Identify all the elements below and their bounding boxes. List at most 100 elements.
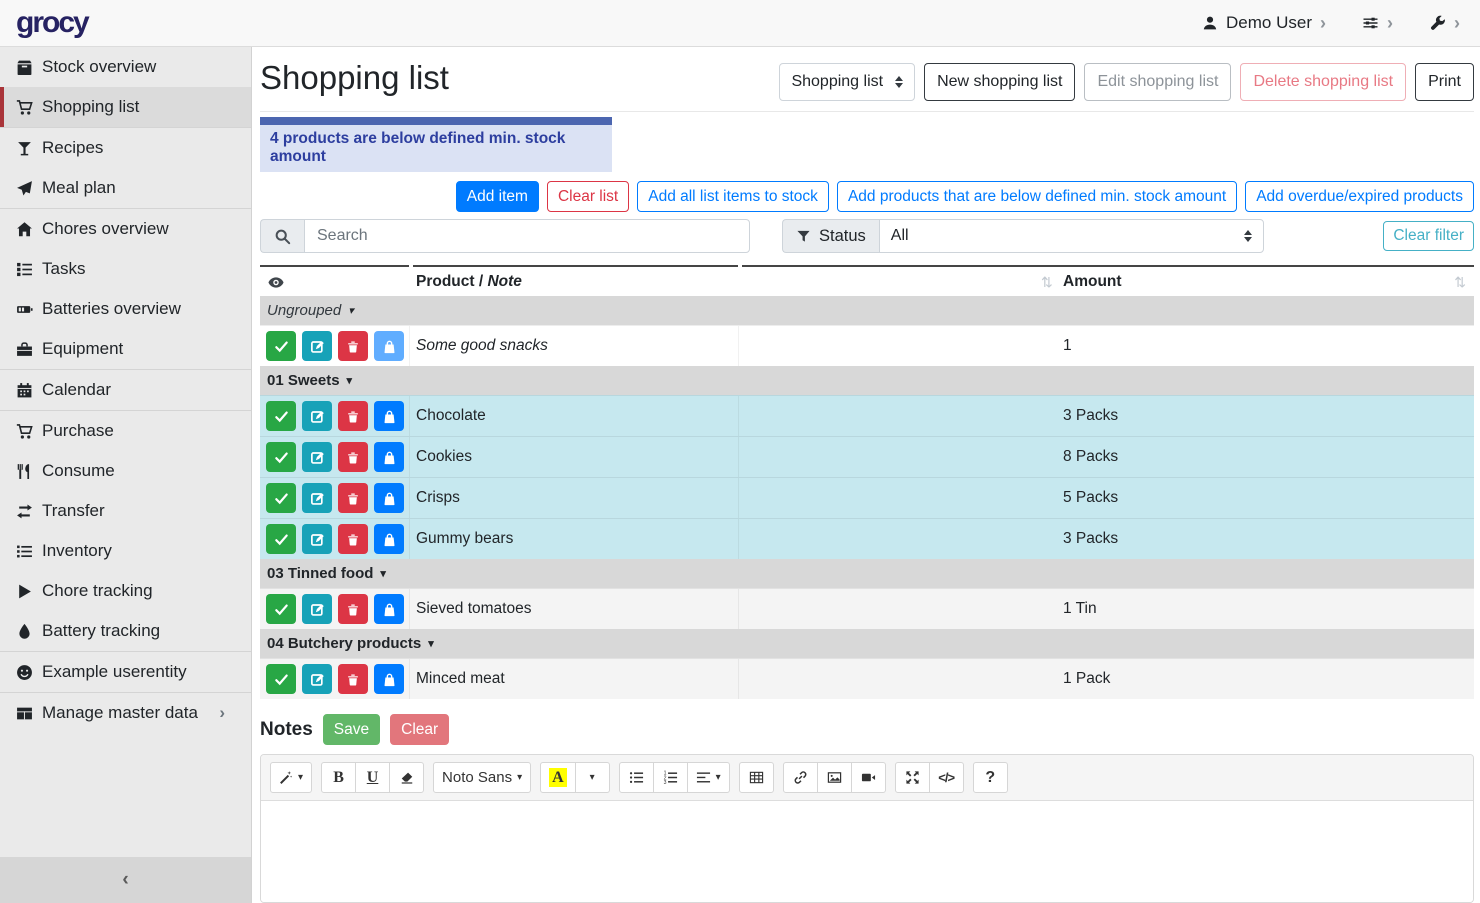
add-all-to-stock-button[interactable]: Add all list items to stock (637, 181, 829, 212)
sidebar-item-meal-plan[interactable]: Meal plan (0, 168, 251, 208)
group-header-row[interactable]: 01 Sweets ▾ (260, 366, 1474, 395)
ul-list-icon (629, 770, 644, 785)
font-color-dropdown[interactable]: ▾ (575, 762, 610, 793)
add-to-stock-button[interactable] (374, 401, 404, 431)
mark-done-button[interactable] (266, 442, 296, 472)
edit-item-button[interactable] (302, 401, 332, 431)
paragraph-align-button[interactable]: ▾ (687, 762, 730, 793)
sidebar-item-consume[interactable]: Consume (0, 451, 251, 491)
notes-save-button[interactable]: Save (323, 714, 380, 745)
underline-button[interactable]: U (355, 762, 390, 793)
font-color-button[interactable]: A (540, 762, 576, 793)
delete-item-button[interactable] (338, 483, 368, 513)
sidebar-item-batteries-overview[interactable]: Batteries overview (0, 289, 251, 329)
min-stock-alert[interactable]: 4 products are below defined min. stock … (260, 117, 612, 172)
insert-link-button[interactable] (783, 762, 818, 793)
group-header-row[interactable]: 03 Tinned food ▾ (260, 559, 1474, 588)
delete-item-button[interactable] (338, 594, 368, 624)
add-to-stock-button[interactable] (374, 331, 404, 361)
settings-menu[interactable]: › (1362, 14, 1393, 32)
help-button[interactable]: ? (973, 762, 1008, 793)
add-to-stock-button[interactable] (374, 524, 404, 554)
sidebar-item-transfer[interactable]: Transfer (0, 491, 251, 531)
user-menu[interactable]: Demo User › (1202, 13, 1326, 33)
edit-item-button[interactable] (302, 331, 332, 361)
delete-item-button[interactable] (338, 331, 368, 361)
notes-clear-button[interactable]: Clear (390, 714, 449, 745)
column-header-product-note[interactable]: Product / Note (416, 273, 522, 291)
item-product: Sieved tomatoes (416, 600, 531, 618)
clear-list-button[interactable]: Clear list (547, 181, 629, 212)
editor-content-area[interactable] (261, 801, 1473, 902)
sidebar-item-example-userentity[interactable]: Example userentity (0, 652, 251, 692)
delete-shopping-list-button[interactable]: Delete shopping list (1240, 63, 1406, 101)
font-family-select[interactable]: Noto Sans ▾ (433, 762, 531, 793)
edit-item-button[interactable] (302, 442, 332, 472)
search-group (260, 219, 750, 253)
sidebar-item-calendar[interactable]: Calendar (0, 370, 251, 410)
mark-done-button[interactable] (266, 664, 296, 694)
sidebar-item-chore-tracking[interactable]: Chore tracking (0, 571, 251, 611)
sidebar-item-purchase[interactable]: Purchase (0, 411, 251, 451)
sidebar-item-shopping-list[interactable]: Shopping list (0, 87, 251, 127)
sidebar-item-stock-overview[interactable]: Stock overview (0, 47, 251, 87)
grocy-logo[interactable]: grocy (16, 8, 88, 38)
delete-item-button[interactable] (338, 664, 368, 694)
insert-video-button[interactable] (851, 762, 886, 793)
magic-style-button[interactable]: ▾ (270, 762, 312, 793)
add-to-stock-button[interactable] (374, 483, 404, 513)
edit-item-button[interactable] (302, 594, 332, 624)
sidebar-item-battery-tracking[interactable]: Battery tracking (0, 611, 251, 651)
delete-item-button[interactable] (338, 442, 368, 472)
sidebar-item-manage-master-data[interactable]: Manage master data › (0, 693, 251, 733)
sidebar-collapse-button[interactable]: ‹ (0, 857, 251, 903)
ordered-list-button[interactable]: 123 (653, 762, 688, 793)
group-header-row[interactable]: Ungrouped ▾ (260, 296, 1474, 325)
sort-icon[interactable]: ⇅ (1454, 274, 1466, 291)
add-below-min-stock-button[interactable]: Add products that are below defined min.… (837, 181, 1237, 212)
eraser-button[interactable] (389, 762, 424, 793)
sidebar-item-chores-overview[interactable]: Chores overview (0, 209, 251, 249)
delete-item-button[interactable] (338, 524, 368, 554)
edit-item-button[interactable] (302, 483, 332, 513)
clear-filter-button[interactable]: Clear filter (1383, 221, 1474, 251)
code-view-button[interactable]: </> (929, 762, 964, 793)
alert-text[interactable]: 4 products are below defined min. stock … (260, 125, 612, 172)
add-to-stock-button[interactable] (374, 594, 404, 624)
caret-down-icon: ▾ (716, 772, 721, 783)
edit-item-button[interactable] (302, 664, 332, 694)
edit-item-button[interactable] (302, 524, 332, 554)
edit-shopping-list-button[interactable]: Edit shopping list (1084, 63, 1231, 101)
sidebar-item-recipes[interactable]: Recipes (0, 128, 251, 168)
print-button[interactable]: Print (1415, 63, 1474, 101)
mark-done-button[interactable] (266, 483, 296, 513)
shopping-list-select[interactable]: Shopping list (779, 63, 915, 101)
group-header-row[interactable]: 04 Butchery products ▾ (260, 629, 1474, 658)
add-overdue-button[interactable]: Add overdue/expired products (1245, 181, 1474, 212)
status-select[interactable]: All (879, 219, 1264, 253)
admin-menu[interactable]: › (1429, 14, 1460, 32)
add-to-stock-button[interactable] (374, 664, 404, 694)
sort-icon[interactable]: ⇅ (1041, 274, 1053, 291)
tasks-icon (16, 261, 33, 278)
search-input[interactable] (304, 219, 750, 253)
column-header-amount[interactable]: Amount (1063, 273, 1122, 291)
mark-done-button[interactable] (266, 524, 296, 554)
sidebar-item-inventory[interactable]: Inventory (0, 531, 251, 571)
delete-item-button[interactable] (338, 401, 368, 431)
add-to-stock-button[interactable] (374, 442, 404, 472)
sidebar-item-equipment[interactable]: Equipment (0, 329, 251, 369)
new-shopping-list-button[interactable]: New shopping list (924, 63, 1075, 101)
add-item-button[interactable]: Add item (456, 181, 539, 212)
insert-table-button[interactable] (739, 762, 774, 793)
mark-done-button[interactable] (266, 594, 296, 624)
filter-funnel-icon (796, 229, 811, 244)
unordered-list-button[interactable] (619, 762, 654, 793)
mark-done-button[interactable] (266, 331, 296, 361)
bold-button[interactable]: B (321, 762, 356, 793)
sidebar-item-tasks[interactable]: Tasks (0, 249, 251, 289)
fullscreen-button[interactable] (895, 762, 930, 793)
mark-done-button[interactable] (266, 401, 296, 431)
item-amount: 3 Packs (1063, 407, 1118, 425)
insert-image-button[interactable] (817, 762, 852, 793)
